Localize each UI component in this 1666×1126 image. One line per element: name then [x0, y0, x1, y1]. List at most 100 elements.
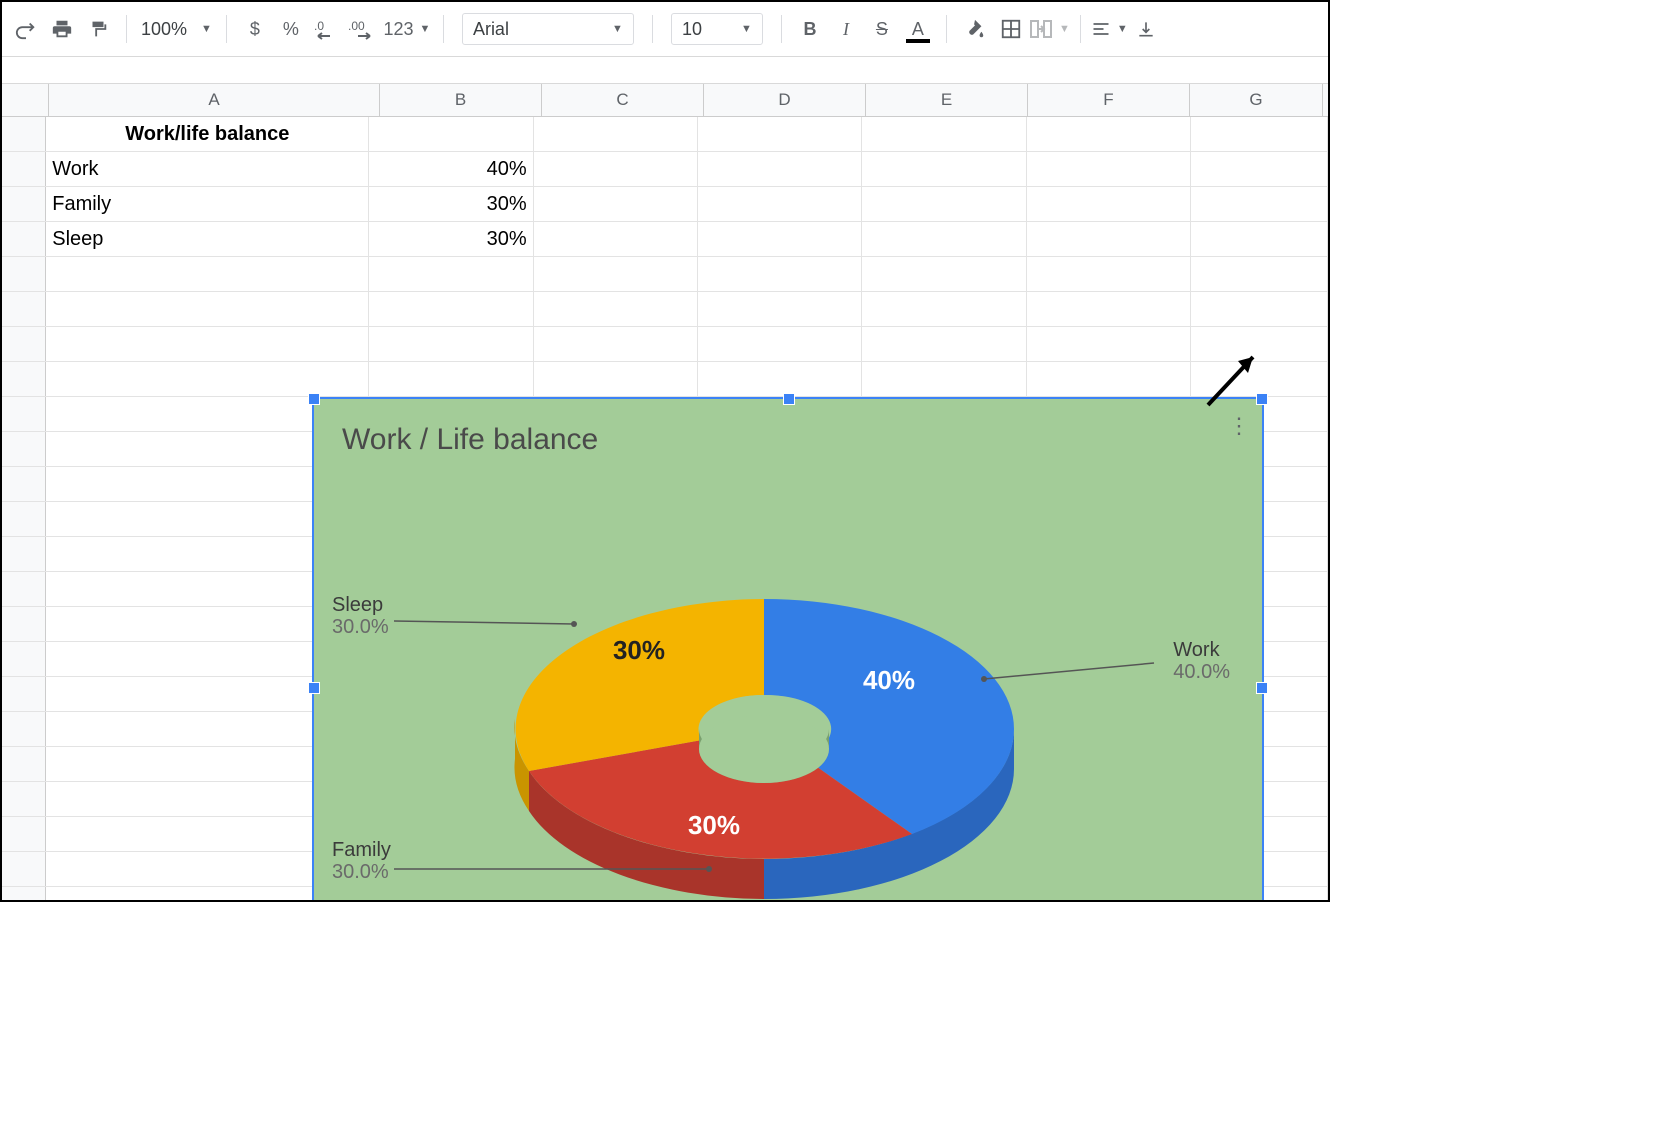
cell[interactable]	[1191, 257, 1328, 291]
row-header[interactable]	[2, 362, 46, 396]
cell[interactable]	[369, 257, 533, 291]
column-header-g[interactable]: G	[1190, 84, 1323, 116]
cell[interactable]	[369, 292, 533, 326]
cell[interactable]	[698, 187, 862, 221]
text-color-button[interactable]: A	[900, 11, 936, 47]
cell-a2[interactable]: Work	[46, 152, 369, 186]
cell-a1[interactable]: Work/life balance	[46, 117, 369, 151]
cell[interactable]	[1027, 327, 1191, 361]
fill-color-button[interactable]	[957, 11, 993, 47]
cell[interactable]	[1027, 222, 1191, 256]
cell[interactable]	[698, 152, 862, 186]
cell-b3[interactable]: 30%	[369, 187, 533, 221]
decrease-decimal-button[interactable]: .0	[309, 11, 345, 47]
paint-format-button[interactable]	[80, 11, 116, 47]
merge-cells-button[interactable]: ▼	[1029, 11, 1070, 47]
row-header[interactable]	[2, 432, 46, 466]
cell[interactable]	[698, 327, 862, 361]
cell[interactable]	[369, 327, 533, 361]
row-header[interactable]	[2, 607, 46, 641]
row-header[interactable]	[2, 467, 46, 501]
font-size-select[interactable]: 10 ▼	[671, 13, 763, 45]
cell[interactable]	[862, 362, 1026, 396]
row-header[interactable]	[2, 782, 46, 816]
cell[interactable]	[534, 117, 698, 151]
cell[interactable]	[862, 152, 1026, 186]
cell[interactable]	[698, 257, 862, 291]
row-header[interactable]	[2, 852, 46, 886]
row-header[interactable]	[2, 712, 46, 746]
row-header[interactable]	[2, 502, 46, 536]
cell-b2[interactable]: 40%	[369, 152, 533, 186]
cell[interactable]	[1191, 152, 1328, 186]
cell[interactable]	[862, 327, 1026, 361]
redo-button[interactable]	[8, 11, 44, 47]
cell[interactable]	[698, 362, 862, 396]
cell[interactable]	[1027, 187, 1191, 221]
cell[interactable]	[698, 292, 862, 326]
cell[interactable]	[1027, 292, 1191, 326]
row-header[interactable]	[2, 537, 46, 571]
borders-button[interactable]	[993, 11, 1029, 47]
column-header-e[interactable]: E	[866, 84, 1028, 116]
cell[interactable]	[698, 117, 862, 151]
row-header[interactable]	[2, 292, 46, 326]
row-header[interactable]	[2, 642, 46, 676]
cell[interactable]	[862, 257, 1026, 291]
row-header[interactable]	[2, 747, 46, 781]
italic-button[interactable]: I	[828, 11, 864, 47]
cell[interactable]	[46, 292, 369, 326]
cell[interactable]	[862, 222, 1026, 256]
cell[interactable]	[46, 327, 369, 361]
chart-object[interactable]: Work / Life balance ⋮	[312, 397, 1264, 902]
cell[interactable]	[46, 362, 369, 396]
cell[interactable]	[534, 152, 698, 186]
zoom-select[interactable]: 100% ▼	[137, 19, 216, 40]
horizontal-align-button[interactable]: ▼	[1091, 11, 1128, 47]
row-header[interactable]	[2, 257, 46, 291]
select-all-corner[interactable]	[2, 84, 49, 116]
cell[interactable]	[534, 292, 698, 326]
row-header[interactable]	[2, 677, 46, 711]
percent-button[interactable]: %	[273, 11, 309, 47]
cell[interactable]	[1027, 117, 1191, 151]
cell[interactable]	[1027, 257, 1191, 291]
row-header[interactable]	[2, 187, 46, 221]
row-header[interactable]	[2, 152, 46, 186]
cell[interactable]	[1191, 187, 1328, 221]
cell[interactable]	[698, 222, 862, 256]
column-header-a[interactable]: A	[49, 84, 380, 116]
column-header-c[interactable]: C	[542, 84, 704, 116]
cell-a4[interactable]: Sleep	[46, 222, 369, 256]
row-header[interactable]	[2, 327, 46, 361]
row-header[interactable]	[2, 817, 46, 851]
cell[interactable]	[534, 362, 698, 396]
vertical-align-button[interactable]	[1128, 11, 1164, 47]
row-header[interactable]	[2, 117, 46, 151]
cell-b4[interactable]: 30%	[369, 222, 533, 256]
column-header-d[interactable]: D	[704, 84, 866, 116]
cell[interactable]	[1191, 222, 1328, 256]
row-header[interactable]	[2, 572, 46, 606]
cell[interactable]	[534, 327, 698, 361]
cell[interactable]	[1027, 362, 1191, 396]
currency-button[interactable]: $	[237, 11, 273, 47]
cell[interactable]	[1027, 152, 1191, 186]
cell[interactable]	[46, 257, 369, 291]
cell-a3[interactable]: Family	[46, 187, 369, 221]
column-header-b[interactable]: B	[380, 84, 542, 116]
font-family-select[interactable]: Arial ▼	[462, 13, 634, 45]
cell[interactable]	[1191, 292, 1328, 326]
cell[interactable]	[534, 257, 698, 291]
cell[interactable]	[862, 117, 1026, 151]
cell[interactable]	[862, 187, 1026, 221]
cell[interactable]	[369, 117, 533, 151]
formula-bar[interactable]	[2, 57, 1328, 84]
cell[interactable]	[862, 292, 1026, 326]
row-header[interactable]	[2, 222, 46, 256]
cell[interactable]	[369, 362, 533, 396]
row-header[interactable]	[2, 887, 46, 902]
print-button[interactable]	[44, 11, 80, 47]
bold-button[interactable]: B	[792, 11, 828, 47]
strikethrough-button[interactable]: S	[864, 11, 900, 47]
